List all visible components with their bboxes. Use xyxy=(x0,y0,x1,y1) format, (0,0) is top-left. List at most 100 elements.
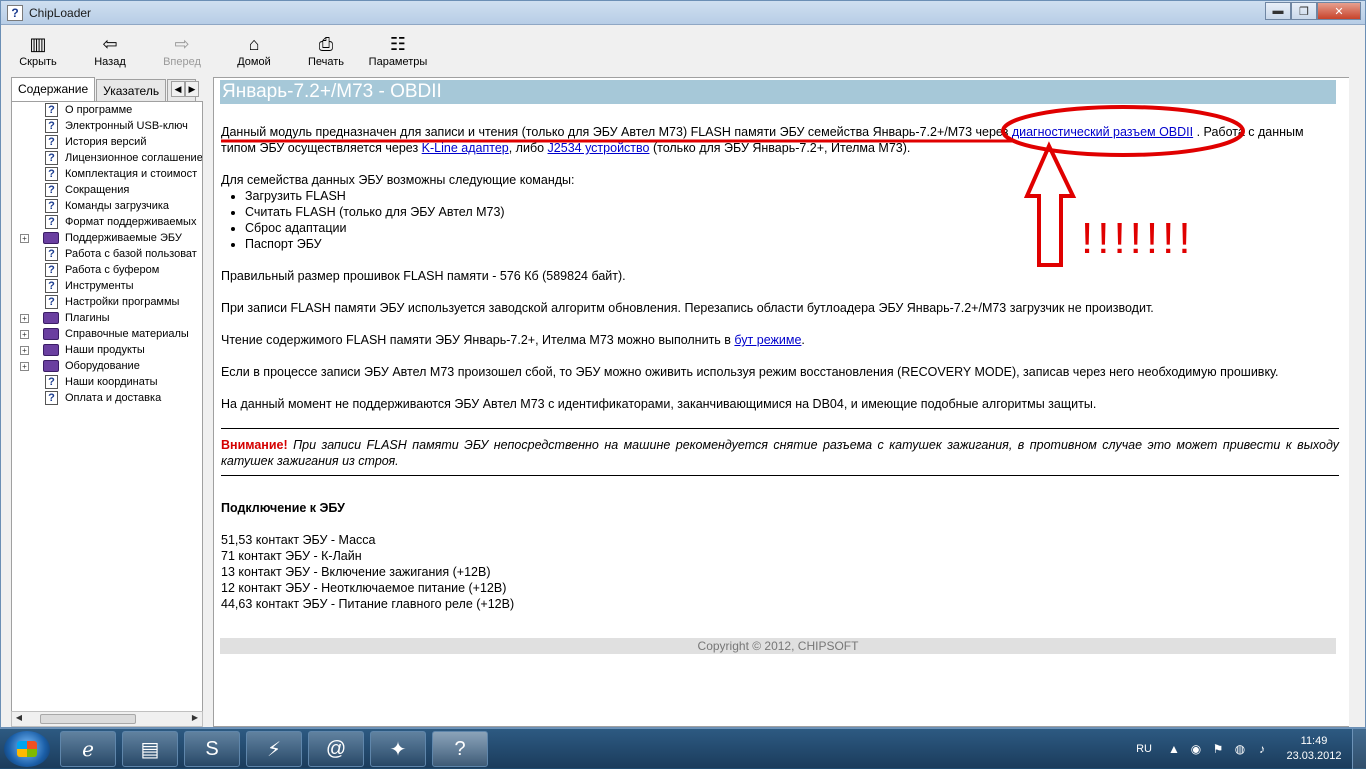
tree-item[interactable]: + Справочные материалы xyxy=(12,326,202,342)
tree-item-label: Работа с буфером xyxy=(65,264,160,276)
tab-scroll-right-icon[interactable]: ▶ xyxy=(185,81,199,97)
title-bar[interactable]: ? ChipLoader ▬ ❐ ✕ xyxy=(1,1,1365,25)
read-paragraph: Чтение содержимого FLASH памяти ЭБУ Янва… xyxy=(221,332,1339,348)
commands-intro: Для семейства данных ЭБУ возможны следую… xyxy=(221,173,575,187)
scrollbar-thumb[interactable] xyxy=(40,714,136,724)
help-page-icon: ? xyxy=(45,215,58,229)
book-icon xyxy=(43,328,59,340)
connection-line: 12 контакт ЭБУ - Неотключаемое питание (… xyxy=(221,581,507,595)
topic-vertical-scrollbar[interactable] xyxy=(1349,77,1365,727)
toolbar: ▥ Скрыть ⇦ Назад ⇨ Вперед ⌂ Домой ⎙ Печа… xyxy=(7,31,1357,71)
tray-agent-icon[interactable]: ◉ xyxy=(1188,741,1204,757)
winamp-icon[interactable]: ⚡ xyxy=(246,731,302,767)
expand-icon[interactable]: + xyxy=(20,345,29,355)
tree-item[interactable]: + Плагины xyxy=(12,310,202,326)
tree-item-label: Оплата и доставка xyxy=(65,392,162,404)
file-explorer-icon[interactable]: ▤ xyxy=(122,731,178,767)
tray-arrow-icon[interactable]: ▲ xyxy=(1166,741,1182,757)
tree-item[interactable]: ? Электронный USB-ключ xyxy=(12,118,202,134)
tree-item-label: Сокращения xyxy=(65,184,130,196)
internet-explorer-icon[interactable]: ℯ xyxy=(60,731,116,767)
help-page-icon: ? xyxy=(45,247,58,261)
tab-scroll-left-icon[interactable]: ◀ xyxy=(171,81,185,97)
size-paragraph: Правильный размер прошивок FLASH памяти … xyxy=(221,269,626,283)
tray-network-icon[interactable]: ◍ xyxy=(1232,741,1248,757)
close-button[interactable]: ✕ xyxy=(1317,2,1361,20)
warning-text: При записи FLASH памяти ЭБУ непосредстве… xyxy=(221,438,1339,468)
chiploader-taskbar-icon[interactable]: ? xyxy=(432,731,488,767)
unsupported-paragraph: На данный момент не поддерживаются ЭБУ А… xyxy=(221,397,1097,411)
tree-item[interactable]: ? Наши координаты xyxy=(12,374,202,390)
divider xyxy=(221,475,1339,476)
app-window: ? ChipLoader ▬ ❐ ✕ ▥ Скрыть ⇦ Назад ⇨ Вп… xyxy=(0,0,1366,728)
tree-item[interactable]: ? Формат поддерживаемых xyxy=(12,214,202,230)
expand-icon[interactable]: + xyxy=(20,313,29,323)
tree-item[interactable]: ? Сокращения xyxy=(12,182,202,198)
show-desktop-button[interactable] xyxy=(1352,729,1366,769)
tree-item[interactable]: ? Комплектация и стоимост xyxy=(12,166,202,182)
tab-contents[interactable]: Содержание xyxy=(11,77,96,101)
expand-icon[interactable]: + xyxy=(20,361,29,371)
language-indicator[interactable]: RU xyxy=(1136,743,1152,755)
clock[interactable]: 11:49 23.03.2012 xyxy=(1276,734,1352,764)
tray-flag-icon[interactable]: ⚑ xyxy=(1210,741,1226,757)
topic-title: Январь-7.2+/M73 - OBDII xyxy=(220,80,1336,104)
system-tray: RU ▲ ◉ ⚑ ◍ ♪ 11:49 23.03.2012 xyxy=(1136,729,1366,769)
game-app-icon[interactable]: ✦ xyxy=(370,731,426,767)
tree-item[interactable]: ? О программе xyxy=(12,102,202,118)
connection-line: 51,53 контакт ЭБУ - Масса xyxy=(221,533,376,547)
tree-item[interactable]: ? Работа с базой пользоват xyxy=(12,246,202,262)
j2534-link[interactable]: J2534 устройство xyxy=(548,141,650,155)
tree-item[interactable]: ? История версий xyxy=(12,134,202,150)
boot-mode-link[interactable]: бут режиме xyxy=(734,333,801,347)
tree-item[interactable]: ? Оплата и доставка xyxy=(12,390,202,406)
obdii-link[interactable]: диагностический разъем OBDII xyxy=(1012,125,1193,139)
warning-block: Внимание! При записи FLASH памяти ЭБУ не… xyxy=(221,437,1339,469)
tree-horizontal-scrollbar[interactable]: ◀ ▶ xyxy=(11,711,203,727)
tree-item[interactable]: + Наши продукты xyxy=(12,342,202,358)
tree-item[interactable]: ? Лицензионное соглашение xyxy=(12,150,202,166)
back-button[interactable]: ⇦ Назад xyxy=(79,31,141,71)
tree-item[interactable]: + Оборудование xyxy=(12,358,202,374)
start-button[interactable] xyxy=(4,731,50,767)
connection-line: 13 контакт ЭБУ - Включение зажигания (+1… xyxy=(221,565,491,579)
mail-agent-icon[interactable]: @ xyxy=(308,731,364,767)
maximize-button[interactable]: ❐ xyxy=(1291,2,1317,20)
book-icon xyxy=(43,360,59,372)
scroll-left-arrow-icon[interactable]: ◀ xyxy=(12,713,26,722)
print-label: Печать xyxy=(307,56,345,68)
help-page-icon: ? xyxy=(45,295,58,309)
expand-icon[interactable]: + xyxy=(20,233,29,243)
help-page-icon: ? xyxy=(45,119,58,133)
tree-item[interactable]: + Поддерживаемые ЭБУ xyxy=(12,230,202,246)
kline-link[interactable]: K-Line адаптер xyxy=(422,141,509,155)
intro-text-4: (только для ЭБУ Январь-7.2+, Ителма М73)… xyxy=(649,141,911,155)
tree-item[interactable]: ? Работа с буфером xyxy=(12,262,202,278)
home-icon: ⌂ xyxy=(248,34,260,54)
options-button[interactable]: ☷ Параметры xyxy=(367,31,429,71)
hide-button[interactable]: ▥ Скрыть xyxy=(7,31,69,71)
skype-icon[interactable]: S xyxy=(184,731,240,767)
tree-item[interactable]: ? Инструменты xyxy=(12,278,202,294)
connection-line: 71 контакт ЭБУ - К-Лайн xyxy=(221,549,362,563)
forward-button[interactable]: ⇨ Вперед xyxy=(151,31,213,71)
hide-pane-icon: ▥ xyxy=(29,34,47,54)
expand-icon[interactable]: + xyxy=(20,329,29,339)
scroll-right-arrow-icon[interactable]: ▶ xyxy=(188,713,202,722)
arrow-left-icon: ⇦ xyxy=(102,34,118,54)
command-item: Сброс адаптации xyxy=(245,220,1339,236)
tree-item[interactable]: ? Команды загрузчика xyxy=(12,198,202,214)
help-page-icon: ? xyxy=(45,391,58,405)
print-button[interactable]: ⎙ Печать xyxy=(295,31,357,71)
intro-text-1: Данный модуль предназначен для записи и … xyxy=(221,125,1012,139)
book-icon xyxy=(43,312,59,324)
help-page-icon: ? xyxy=(45,103,58,117)
minimize-button[interactable]: ▬ xyxy=(1265,2,1291,20)
tree-item-label: Формат поддерживаемых xyxy=(65,216,197,228)
tab-index[interactable]: Указатель xyxy=(96,79,167,101)
home-button[interactable]: ⌂ Домой xyxy=(223,31,285,71)
tree-item[interactable]: ? Настройки программы xyxy=(12,294,202,310)
taskbar: ℯ ▤ S ⚡ @ ✦ ? RU ▲ ◉ ⚑ ◍ ♪ 11:49 23.03.2… xyxy=(0,728,1366,769)
tray-volume-icon[interactable]: ♪ xyxy=(1254,741,1270,757)
warning-label: Внимание! xyxy=(221,438,288,452)
